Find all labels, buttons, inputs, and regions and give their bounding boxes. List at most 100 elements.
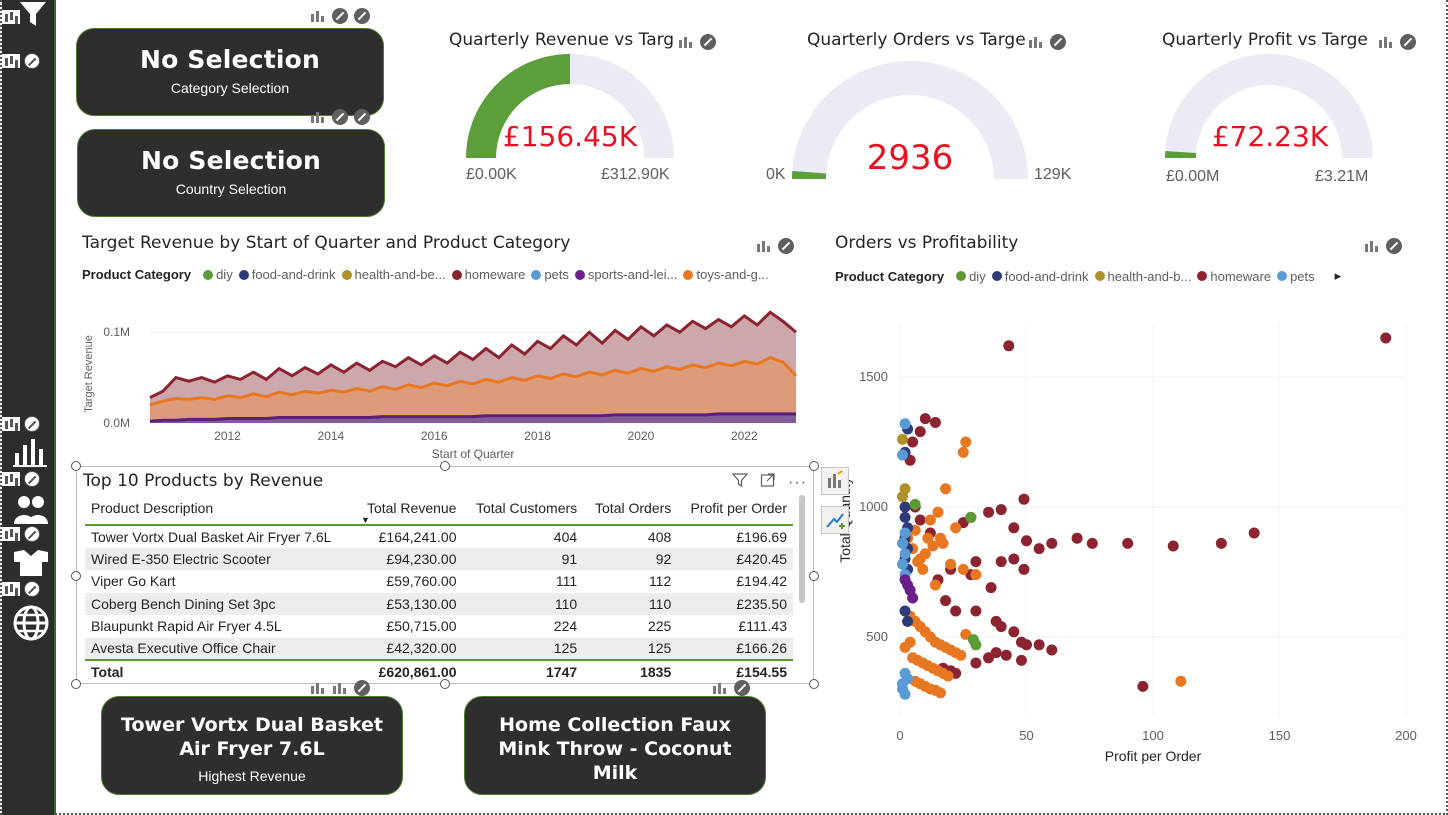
disabled-icon[interactable]: [700, 34, 716, 50]
resize-handle[interactable]: [809, 461, 819, 471]
visual-header-icon[interactable]: [712, 680, 728, 696]
scatter-point-food-and-drink[interactable]: [902, 615, 914, 627]
scatter-point-homeware[interactable]: [1021, 535, 1032, 547]
scatter-point-food-and-drink[interactable]: [899, 501, 911, 513]
globe-nav-icon[interactable]: [12, 604, 50, 642]
disabled-icon[interactable]: [332, 8, 348, 24]
scatter-point-homeware[interactable]: [940, 595, 952, 607]
scatter-point-homeware[interactable]: [995, 621, 1007, 633]
scatter-point-toys-and-games[interactable]: [929, 579, 941, 591]
bar-chart-nav-icon[interactable]: [12, 435, 50, 473]
more-options-icon[interactable]: ···: [788, 474, 807, 492]
scatter-point-toys-and-games[interactable]: [950, 522, 962, 534]
scatter-point-food-and-drink[interactable]: [899, 605, 911, 617]
visual-header-icon[interactable]: [756, 238, 772, 254]
scatter-point-toys-and-games[interactable]: [955, 649, 967, 661]
analytics-button[interactable]: [821, 506, 849, 534]
scatter-point-homeware[interactable]: [1008, 553, 1020, 565]
format-visual-button[interactable]: [821, 467, 849, 495]
legend-item-pets[interactable]: pets: [531, 267, 569, 282]
visual-header-icon[interactable]: [310, 109, 326, 125]
column-header[interactable]: Total Orders: [583, 497, 678, 526]
legend-next-icon[interactable]: ▸: [1335, 268, 1342, 284]
scatter-point-homeware[interactable]: [995, 504, 1007, 516]
scatter-point-diy[interactable]: [970, 639, 982, 651]
scatter-point-homeware[interactable]: [995, 556, 1007, 568]
visual-header-icon[interactable]: [1364, 238, 1380, 254]
visual-header-icon[interactable]: [2, 10, 20, 24]
legend-item-sportsandlei[interactable]: sports-and-lei...: [574, 267, 677, 282]
country-selection-card[interactable]: No Selection Country Selection: [77, 129, 385, 217]
scatter-point-sports-and-leisure[interactable]: [907, 592, 919, 604]
column-header[interactable]: Profit per Order: [677, 497, 793, 526]
disabled-icon[interactable]: [1050, 34, 1066, 50]
visual-header-icon[interactable]: [310, 680, 326, 696]
column-header[interactable]: Product Description: [85, 497, 355, 526]
visual-header-icon[interactable]: [2, 417, 20, 431]
scatter-point-pets[interactable]: [897, 558, 909, 570]
disabled-icon[interactable]: [24, 526, 40, 542]
scatter-point-pets[interactable]: [899, 548, 911, 560]
scatter-point-homeware[interactable]: [1046, 537, 1058, 549]
scatter-point-homeware[interactable]: [1018, 563, 1030, 575]
sort-descending-icon[interactable]: ▼: [361, 515, 370, 525]
disabled-icon[interactable]: [24, 416, 40, 432]
scatter-point-homeware[interactable]: [1071, 532, 1083, 544]
scatter-point-health-and-beauty[interactable]: [897, 491, 909, 503]
scatter-point-sports-and-leisure[interactable]: [899, 574, 911, 586]
resize-handle[interactable]: [440, 461, 450, 471]
scatter-point-homeware[interactable]: [914, 514, 926, 526]
legend-item-pets[interactable]: pets: [1277, 269, 1315, 284]
scatter-point-toys-and-games[interactable]: [957, 563, 969, 575]
scatter-point-toys-and-games[interactable]: [917, 563, 929, 575]
visual-header-icon[interactable]: [2, 527, 20, 541]
scatter-point-homeware[interactable]: [970, 605, 982, 617]
scatter-point-health-and-beauty[interactable]: [897, 433, 909, 445]
scatter-point-pets[interactable]: [897, 537, 909, 549]
scatter-point-homeware[interactable]: [1122, 537, 1134, 549]
resize-handle[interactable]: [71, 571, 81, 581]
visual-header-icon[interactable]: [2, 582, 20, 596]
scatter-point-homeware[interactable]: [1003, 340, 1015, 352]
resize-handle[interactable]: [71, 461, 81, 471]
visual-header-icon[interactable]: [1028, 34, 1044, 50]
visual-header-icon[interactable]: [1378, 34, 1394, 50]
scatter-point-homeware[interactable]: [907, 436, 919, 448]
resize-handle[interactable]: [809, 679, 819, 689]
scatter-point-diy[interactable]: [965, 511, 977, 523]
resize-handle[interactable]: [440, 679, 450, 689]
legend-item-healthandb[interactable]: health-and-b...: [1094, 269, 1191, 284]
disabled-icon[interactable]: [24, 471, 40, 487]
disabled-icon[interactable]: [1386, 238, 1402, 254]
scatter-point-homeware[interactable]: [919, 413, 931, 425]
category-selection-card[interactable]: No Selection Category Selection: [76, 28, 384, 116]
scatter-point-toys-and-games[interactable]: [957, 446, 969, 458]
scatter-point-toys-and-games[interactable]: [922, 532, 934, 544]
top-products-table-visual[interactable]: Top 10 Products by Revenue ··· Product D…: [76, 466, 814, 684]
scatter-point-homeware[interactable]: [914, 426, 926, 438]
scatter-point-toys-and-games[interactable]: [970, 569, 982, 581]
scatter-point-homeware[interactable]: [1046, 644, 1058, 656]
table-scrollbar[interactable]: [799, 495, 805, 603]
visual-header-icon[interactable]: [332, 680, 348, 696]
area-chart[interactable]: 0.1M 0.0M 2012 2014 2016 2018 2020 2022 Start of…: [78, 295, 808, 465]
legend-item-toysandg[interactable]: toys-and-g...: [683, 267, 769, 282]
legend-item-foodanddrink[interactable]: food-and-drink: [991, 269, 1089, 284]
legend-item-healthandbe[interactable]: health-and-be...: [341, 267, 446, 282]
scatter-point-pets[interactable]: [899, 527, 911, 539]
scatter-point-homeware[interactable]: [1086, 537, 1098, 549]
scatter-point-toys-and-games[interactable]: [934, 687, 946, 699]
scatter-point-toys-and-games[interactable]: [904, 636, 916, 648]
scatter-point-pets[interactable]: [899, 418, 911, 430]
legend-item-homeware[interactable]: homeware: [451, 267, 525, 282]
most-ordered-card[interactable]: Home Collection Faux Mink Throw - Coconu…: [464, 696, 766, 808]
scatter-point-homeware[interactable]: [985, 582, 997, 594]
scatter-point-homeware[interactable]: [950, 605, 962, 617]
column-header[interactable]: Total Customers: [462, 497, 584, 526]
disabled-icon[interactable]: [354, 680, 370, 696]
legend-item-diy[interactable]: diy: [203, 267, 233, 282]
legend-item-homeware[interactable]: homeware: [1197, 269, 1271, 284]
scatter-point-homeware[interactable]: [1015, 654, 1027, 666]
disabled-icon[interactable]: [332, 109, 348, 125]
scatter-chart[interactable]: 150010005000 50 100 150 200Profit per OrderT…: [830, 295, 1430, 775]
